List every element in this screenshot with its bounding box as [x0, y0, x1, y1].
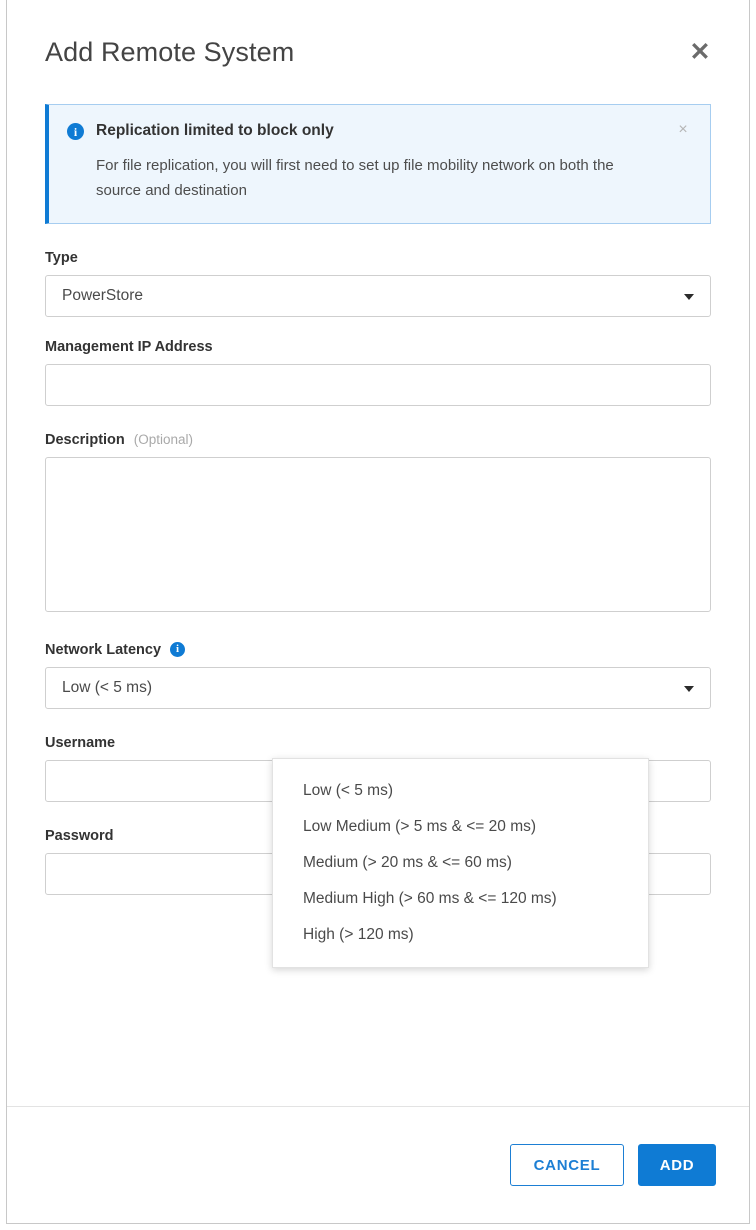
description-label-text: Description	[45, 431, 125, 448]
dropdown-option-medium[interactable]: Medium (> 20 ms & <= 60 ms)	[273, 845, 648, 881]
info-banner-header: i Replication limited to block only ×	[67, 121, 692, 140]
info-banner-text: For file replication, you will first nee…	[96, 157, 614, 199]
type-select[interactable]: PowerStore	[45, 274, 711, 317]
network-latency-dropdown-menu[interactable]: Low (< 5 ms) Low Medium (> 5 ms & <= 20 …	[272, 758, 649, 968]
info-icon: i	[67, 123, 84, 140]
chevron-down-icon	[684, 293, 694, 300]
dropdown-option-high[interactable]: High (> 120 ms)	[273, 917, 648, 953]
type-select-value: PowerStore	[62, 286, 143, 304]
network-latency-select[interactable]: Low (< 5 ms)	[45, 666, 711, 709]
close-icon[interactable]: ✕	[683, 35, 717, 69]
info-banner-title: Replication limited to block only	[96, 122, 334, 139]
banner-close-icon[interactable]: ×	[674, 121, 692, 139]
username-label: Username	[45, 735, 711, 751]
info-icon[interactable]: i	[170, 642, 186, 658]
description-optional-tag: (Optional)	[133, 432, 194, 448]
field-network-latency: Network Latency i Low (< 5 ms)	[45, 642, 711, 709]
description-label: Description (Optional)	[45, 432, 711, 448]
info-banner: i Replication limited to block only × Fo…	[45, 104, 711, 224]
network-latency-label: Network Latency i	[45, 642, 711, 658]
dropdown-option-low-medium[interactable]: Low Medium (> 5 ms & <= 20 ms)	[273, 809, 648, 845]
field-management-ip: Management IP Address	[45, 339, 711, 406]
management-ip-label: Management IP Address	[45, 339, 711, 355]
type-label-text: Type	[45, 249, 78, 266]
dropdown-option-medium-high[interactable]: Medium High (> 60 ms & <= 120 ms)	[273, 881, 648, 917]
management-ip-label-text: Management IP Address	[45, 338, 213, 355]
type-label: Type	[45, 250, 711, 266]
page-title: Add Remote System	[45, 36, 295, 67]
add-button[interactable]: ADD	[638, 1144, 716, 1186]
dialog-footer: CANCEL ADD	[7, 1106, 749, 1223]
management-ip-input[interactable]	[45, 363, 711, 406]
password-label-text: Password	[45, 827, 114, 844]
dropdown-option-low[interactable]: Low (< 5 ms)	[273, 773, 648, 809]
description-textarea[interactable]	[45, 456, 711, 612]
network-latency-select-value: Low (< 5 ms)	[62, 678, 153, 696]
add-remote-system-dialog: Add Remote System ✕ i Replication limite…	[6, 0, 750, 1224]
field-type: Type PowerStore	[45, 250, 711, 317]
cancel-button[interactable]: CANCEL	[510, 1144, 624, 1186]
username-label-text: Username	[45, 734, 116, 751]
dialog-header: Add Remote System ✕	[7, 0, 749, 104]
field-description: Description (Optional)	[45, 432, 711, 612]
chevron-down-icon	[684, 685, 694, 692]
network-latency-label-text: Network Latency	[45, 641, 162, 658]
